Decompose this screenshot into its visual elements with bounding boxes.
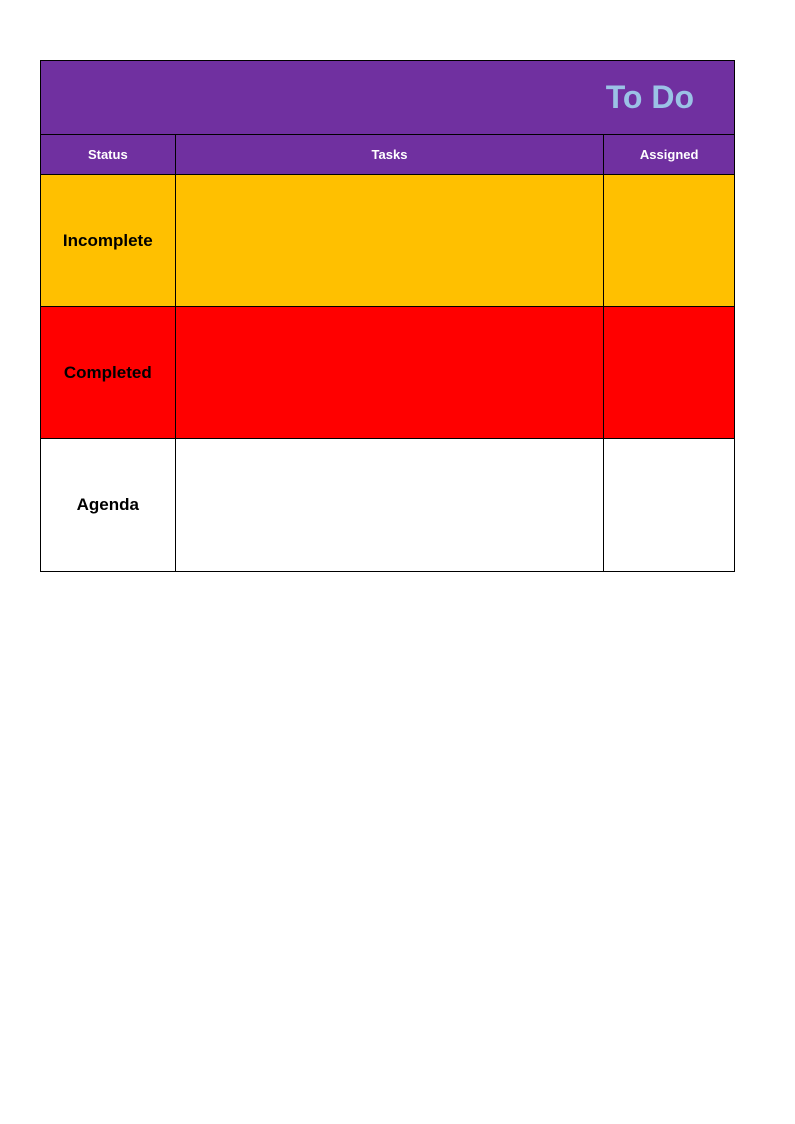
todo-table: To Do Status Tasks Assigned Incomplete C… <box>40 60 735 572</box>
table-row: Completed <box>41 307 734 439</box>
cell-tasks <box>176 439 605 571</box>
table-row: Agenda <box>41 439 734 571</box>
table-title: To Do <box>41 61 734 135</box>
table-header-row: Status Tasks Assigned <box>41 135 734 175</box>
cell-assigned <box>604 175 734 306</box>
header-assigned: Assigned <box>604 135 734 174</box>
cell-assigned <box>604 439 734 571</box>
cell-tasks <box>176 307 605 438</box>
cell-status: Incomplete <box>41 175 176 306</box>
cell-tasks <box>176 175 605 306</box>
header-status: Status <box>41 135 176 174</box>
cell-assigned <box>604 307 734 438</box>
table-row: Incomplete <box>41 175 734 307</box>
cell-status: Completed <box>41 307 176 438</box>
header-tasks: Tasks <box>176 135 605 174</box>
cell-status: Agenda <box>41 439 176 571</box>
